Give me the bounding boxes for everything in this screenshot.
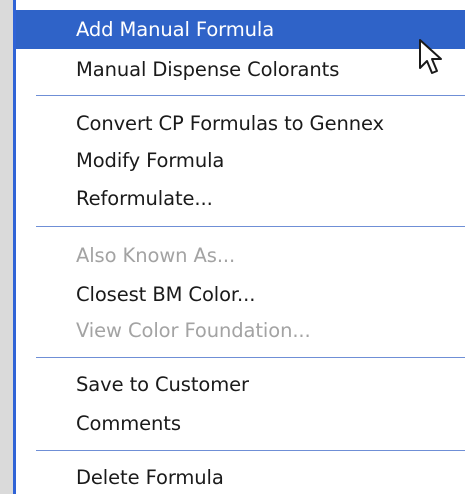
menu-separator [36, 95, 465, 96]
menu-item-manual-dispense-colorants[interactable]: Manual Dispense Colorants [76, 54, 339, 86]
menu-item-reformulate[interactable]: Reformulate... [76, 183, 213, 215]
context-menu: Add Manual Formula Manual Dispense Color… [13, 0, 465, 494]
screen: Add Manual Formula Manual Dispense Color… [0, 0, 465, 494]
menu-item-closest-bm-color[interactable]: Closest BM Color... [76, 279, 255, 311]
window-edge [0, 0, 13, 494]
menu-item-modify-formula[interactable]: Modify Formula [76, 145, 224, 177]
menu-item-comments[interactable]: Comments [76, 408, 181, 440]
menu-item-convert-cp-formulas[interactable]: Convert CP Formulas to Gennex [76, 108, 384, 140]
menu-item-view-color-foundation: View Color Foundation... [76, 319, 311, 342]
arrow-cursor-icon [419, 39, 442, 74]
menu-separator [36, 450, 465, 451]
menu-item-add-manual-formula[interactable]: Add Manual Formula [76, 14, 274, 46]
menu-item-save-to-customer[interactable]: Save to Customer [76, 369, 249, 401]
menu-item-also-known-as: Also Known As... [76, 244, 236, 267]
menu-separator [36, 357, 465, 358]
menu-item-delete-formula[interactable]: Delete Formula [76, 462, 224, 494]
menu-separator [36, 226, 465, 227]
